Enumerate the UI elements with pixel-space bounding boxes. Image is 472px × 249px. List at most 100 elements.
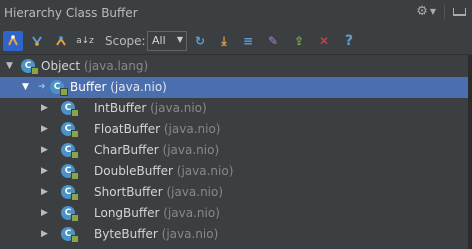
refresh-button[interactable]: ↻ xyxy=(190,31,210,51)
class-name: ByteBuffer xyxy=(94,227,158,241)
tree-row-floatbuffer[interactable]: ▶ C FloatBuffer (java.nio) xyxy=(0,119,472,140)
package-name: (java.nio) xyxy=(160,122,221,136)
class-icon: C xyxy=(61,185,79,201)
close-icon: ✕ xyxy=(318,34,330,48)
package-badge-icon xyxy=(71,193,79,201)
help-button[interactable]: ? xyxy=(339,31,359,51)
tree-row-label: ShortBuffer (java.nio) xyxy=(94,185,223,199)
subtypes-icon xyxy=(56,36,66,46)
package-badge-icon xyxy=(71,151,79,159)
chevron-down-icon: ▼ xyxy=(176,35,183,44)
tree-row-label: DoubleBuffer (java.nio) xyxy=(94,164,233,178)
title-actions: ⚙ ▼ xyxy=(416,4,466,19)
package-name: (java.nio) xyxy=(146,101,207,115)
tree-row-bytebuffer[interactable]: ▶ C ByteBuffer (java.nio) xyxy=(0,224,472,245)
tree-row-label: Object (java.lang) xyxy=(41,59,148,73)
class-hierarchy-icon xyxy=(8,34,18,46)
pin-tab-icon: ✎ xyxy=(267,34,279,48)
class-icon: C xyxy=(50,80,68,96)
package-badge-icon xyxy=(71,214,79,222)
package-badge-icon xyxy=(31,67,39,75)
expand-all-icon: ⤓ xyxy=(221,33,227,48)
collapse-arrow-icon[interactable]: ▶ xyxy=(41,103,48,113)
package-name: (java.nio) xyxy=(106,80,167,94)
expand-arrow-icon[interactable]: ▼ xyxy=(6,61,13,71)
pin-icon[interactable] xyxy=(453,7,466,16)
class-icon: C xyxy=(61,122,79,138)
package-name: (java.nio) xyxy=(159,206,220,220)
tree-row-doublebuffer[interactable]: ▶ C DoubleBuffer (java.nio) xyxy=(0,161,472,182)
supertypes-button[interactable] xyxy=(27,31,47,51)
tree-row-buffer[interactable]: ▼ ➜ C Buffer (java.nio) xyxy=(0,77,472,98)
supertypes-icon xyxy=(32,36,42,46)
tree-row-charbuffer[interactable]: ▶ C CharBuffer (java.nio) xyxy=(0,140,472,161)
window-title: Hierarchy Class Buffer xyxy=(4,6,138,20)
package-name: (java.lang) xyxy=(80,59,149,73)
package-name: (java.nio) xyxy=(157,227,219,241)
collapse-arrow-icon[interactable]: ▶ xyxy=(41,229,48,239)
package-name: (java.nio) xyxy=(162,185,224,199)
scope-value: All xyxy=(152,34,166,47)
tree-row-label: IntBuffer (java.nio) xyxy=(94,101,207,115)
class-name: Object xyxy=(41,59,81,73)
tree-row-intbuffer[interactable]: ▶ C IntBuffer (java.nio) xyxy=(0,98,472,119)
class-icon: C xyxy=(61,143,79,159)
refresh-icon: ↻ xyxy=(194,34,206,48)
chevron-down-icon[interactable]: ▼ xyxy=(430,7,436,16)
gear-icon[interactable]: ⚙ xyxy=(416,4,428,19)
export-icon: ⇪ xyxy=(293,34,305,48)
class-name: ShortBuffer xyxy=(94,185,163,199)
collapse-all-button[interactable]: ≡ xyxy=(238,31,258,51)
package-badge-icon xyxy=(71,130,79,138)
package-name: (java.nio) xyxy=(172,164,234,178)
class-icon: C xyxy=(61,206,79,222)
tree-row-label: FloatBuffer (java.nio) xyxy=(94,122,220,136)
package-badge-icon xyxy=(71,235,79,243)
hierarchy-toolbar: a↓z Scope: All ▼ ↻ ⤓ ≡ ✎ ⇪ ✕ ? xyxy=(0,28,472,55)
export-button[interactable]: ⇪ xyxy=(289,31,309,51)
tree-row-longbuffer[interactable]: ▶ C LongBuffer (java.nio) xyxy=(0,203,472,224)
scope-label: Scope: xyxy=(105,34,146,48)
divider xyxy=(444,4,445,19)
title-bar: Hierarchy Class Buffer ⚙ ▼ xyxy=(0,0,472,28)
package-badge-icon xyxy=(60,88,68,96)
package-badge-icon xyxy=(71,172,79,180)
expand-arrow-icon[interactable]: ▼ xyxy=(22,82,29,92)
tree-row-label: ByteBuffer (java.nio) xyxy=(94,227,218,241)
help-icon: ? xyxy=(344,33,354,49)
package-badge-icon xyxy=(71,109,79,117)
tree-row-shortbuffer[interactable]: ▶ C ShortBuffer (java.nio) xyxy=(0,182,472,203)
class-icon: C xyxy=(61,227,79,243)
class-icon: C xyxy=(21,59,39,75)
class-icon: C xyxy=(61,101,79,117)
class-icon: C xyxy=(61,164,79,180)
tree-row-label: LongBuffer (java.nio) xyxy=(94,206,220,220)
sort-alpha-icon: a↓z xyxy=(76,36,94,46)
tree-row-object[interactable]: ▼ C Object (java.lang) xyxy=(0,56,472,77)
hierarchy-tree: ▼ C Object (java.lang) ▼ ➜ C Buffer (jav… xyxy=(0,55,472,249)
collapse-arrow-icon[interactable]: ▶ xyxy=(41,208,48,218)
class-name: Buffer xyxy=(70,80,107,94)
collapse-arrow-icon[interactable]: ▶ xyxy=(41,187,48,197)
class-name: IntBuffer xyxy=(94,101,147,115)
arrow-right-icon: ➜ xyxy=(38,82,46,92)
tree-row-label: CharBuffer (java.nio) xyxy=(94,143,219,157)
class-name: LongBuffer xyxy=(94,206,160,220)
scope-dropdown[interactable]: All ▼ xyxy=(147,31,187,51)
collapse-all-icon: ≡ xyxy=(242,34,254,48)
class-name: FloatBuffer xyxy=(94,122,161,136)
close-button[interactable]: ✕ xyxy=(314,31,334,51)
sort-alphabetically-button[interactable]: a↓z xyxy=(75,31,95,51)
editor-edge xyxy=(468,55,472,249)
expand-all-button[interactable]: ⤓ xyxy=(214,31,234,51)
pin-tab-button[interactable]: ✎ xyxy=(263,31,283,51)
collapse-arrow-icon[interactable]: ▶ xyxy=(41,124,48,134)
collapse-arrow-icon[interactable]: ▶ xyxy=(41,145,48,155)
class-hierarchy-button[interactable] xyxy=(3,31,23,51)
collapse-arrow-icon[interactable]: ▶ xyxy=(41,166,48,176)
class-name: CharBuffer xyxy=(94,143,159,157)
tree-row-label: Buffer (java.nio) xyxy=(70,80,167,94)
package-name: (java.nio) xyxy=(158,143,220,157)
subtypes-button[interactable] xyxy=(51,31,71,51)
class-name: DoubleBuffer xyxy=(94,164,173,178)
